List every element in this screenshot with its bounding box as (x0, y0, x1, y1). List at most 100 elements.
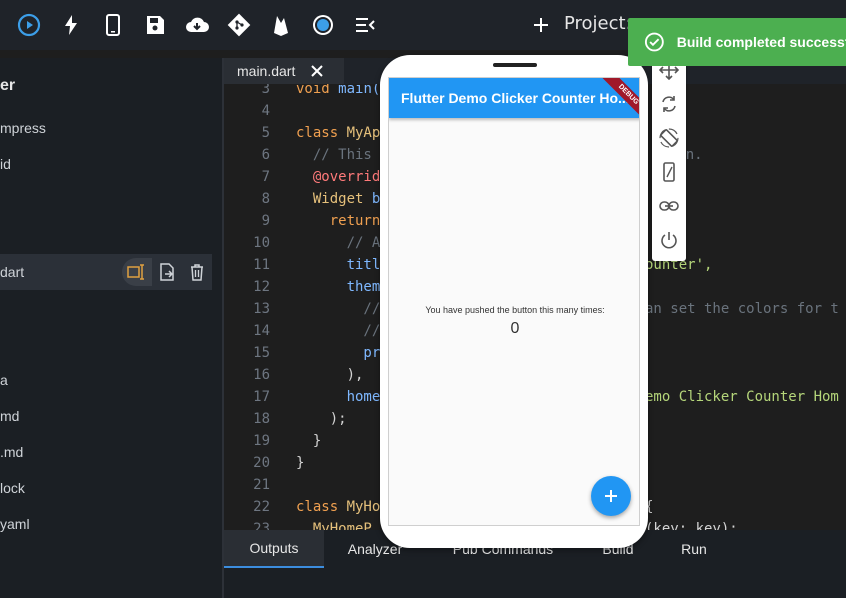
delete-button[interactable] (182, 258, 212, 286)
file-item-label: id (0, 156, 11, 172)
code-token: class (296, 499, 347, 515)
line-number: 13 (253, 301, 270, 317)
counter-message: You have pushed the button this many tim… (425, 305, 605, 315)
code-token: Widget (296, 191, 372, 207)
move-file-button[interactable] (152, 258, 182, 286)
line-number: 15 (253, 345, 270, 361)
code-token: emo Clicker Counter Hom (645, 389, 839, 405)
app-bar: Flutter Demo Clicker Counter Ho... (389, 78, 639, 118)
run-icon (17, 13, 41, 37)
code-token: titl (296, 257, 381, 273)
file-explorer: er mpress id dart a md .md lock yaml (0, 58, 222, 598)
file-item[interactable]: a (0, 362, 8, 398)
line-number: 22 (253, 499, 270, 515)
trash-icon (191, 264, 203, 281)
line-number: 20 (253, 455, 270, 471)
line-number: 6 (261, 147, 270, 163)
power-button[interactable] (657, 228, 681, 252)
file-item[interactable]: id (0, 146, 11, 182)
hot-reload-button[interactable] (50, 0, 92, 50)
code-token: main( (338, 84, 381, 97)
file-item-label: dart (0, 264, 25, 280)
code-token: them (296, 279, 381, 295)
file-move-icon (160, 263, 174, 281)
close-icon[interactable] (308, 62, 326, 80)
line-number: 21 (253, 477, 270, 493)
line-number: 19 (253, 433, 270, 449)
code-token: // This (296, 147, 372, 163)
code-token: an set the colors for t (645, 301, 839, 317)
file-item[interactable]: md (0, 398, 19, 434)
git-button[interactable] (218, 0, 260, 50)
rename-button[interactable] (122, 258, 152, 286)
record-button[interactable] (302, 0, 344, 50)
line-number: 14 (253, 323, 270, 339)
line-number: 23 (253, 521, 270, 530)
line-number: 18 (253, 411, 270, 427)
code-token: class (296, 125, 347, 141)
tab-outputs[interactable]: Outputs (224, 530, 324, 568)
file-item-label: lock (0, 480, 25, 496)
menu-collapse-icon (356, 18, 375, 32)
firebase-button[interactable] (260, 0, 302, 50)
code-token: ); (296, 411, 347, 427)
code-token: void (296, 84, 339, 97)
line-number: 4 (261, 103, 270, 119)
git-icon (227, 13, 251, 37)
increment-button[interactable] (591, 476, 631, 516)
rename-icon (127, 264, 144, 280)
tab-main-dart[interactable]: main.dart (224, 58, 344, 84)
firebase-icon (274, 16, 288, 36)
menu-collapse-button[interactable] (344, 0, 386, 50)
tab-label: main.dart (237, 63, 296, 79)
download-icon (186, 17, 209, 32)
code-token: ), (296, 367, 364, 383)
file-actions (122, 258, 212, 286)
project-label[interactable]: Project: (564, 13, 632, 34)
file-item-label: a (0, 372, 8, 388)
save-button[interactable] (134, 0, 176, 50)
device-button[interactable] (92, 0, 134, 50)
file-item[interactable]: yaml (0, 506, 30, 542)
toast-message: Build completed successfu (676, 34, 846, 50)
download-button[interactable] (176, 0, 218, 50)
file-item-label: md (0, 408, 20, 424)
device-icon (106, 14, 120, 36)
code-token: return (296, 213, 381, 229)
file-item-label: mpress (0, 120, 46, 136)
hot-reload-icon (65, 15, 77, 35)
build-toast[interactable]: Build completed successfu (628, 18, 846, 66)
screen-rotation-icon (659, 128, 679, 148)
code-token: MyHomeP (296, 521, 372, 530)
line-number: 16 (253, 367, 270, 383)
power-icon (661, 232, 677, 249)
file-item-label: yaml (0, 516, 30, 532)
code-token: home (296, 389, 381, 405)
phone-slash-icon (663, 162, 675, 182)
line-number: 10 (253, 235, 270, 251)
device-frame-button[interactable] (657, 160, 681, 184)
rotate-button[interactable] (657, 126, 681, 150)
add-project-button[interactable] (528, 12, 554, 38)
code-token: @overrid (296, 169, 381, 185)
file-item-label: .md (0, 444, 24, 460)
link-button[interactable] (657, 194, 681, 218)
record-icon (313, 15, 333, 35)
device-screen[interactable]: Flutter Demo Clicker Counter Ho... DEBUG… (388, 77, 640, 526)
code-token: MyHo (346, 499, 381, 515)
explorer-header: er (0, 68, 15, 104)
file-item[interactable]: .md (0, 434, 23, 470)
tab-run[interactable]: Run (656, 530, 732, 568)
line-number: 12 (253, 279, 270, 295)
run-button[interactable] (8, 0, 50, 50)
save-icon (147, 16, 164, 34)
refresh-icon (662, 96, 676, 112)
file-item[interactable]: mpress (0, 110, 46, 146)
code-token: pr (296, 345, 381, 361)
reload-button[interactable] (657, 92, 681, 116)
line-number: 9 (261, 213, 270, 229)
line-number: 8 (261, 191, 270, 207)
file-item[interactable]: lock (0, 470, 25, 506)
code-token: MyAp (346, 125, 381, 141)
plus-icon (534, 18, 548, 32)
